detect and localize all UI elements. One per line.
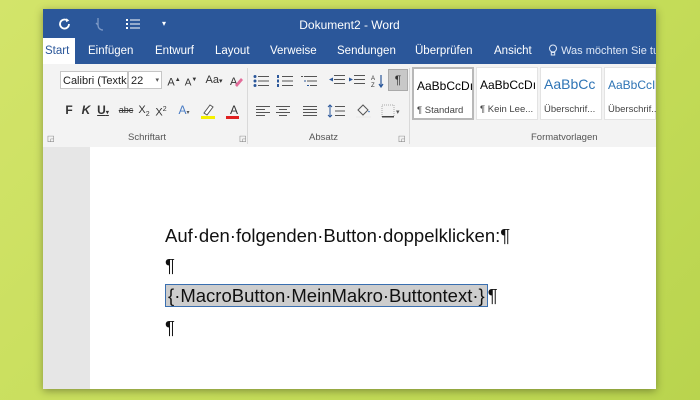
group-separator	[409, 68, 410, 144]
style-name: ¶ Kein Lee...	[480, 104, 534, 115]
align-left-icon[interactable]	[254, 100, 272, 120]
tab-start[interactable]: Start	[43, 38, 75, 64]
styles-gallery: AaBbCcDı ¶ Standard AaBbCcDı ¶ Kein Lee.…	[411, 67, 656, 130]
align-center-icon[interactable]	[274, 100, 292, 120]
style-standard[interactable]: AaBbCcDı ¶ Standard	[412, 67, 474, 120]
style-ueberschrift-2[interactable]: AaBbCcI Überschrif...	[604, 67, 656, 120]
superscript-index: 2	[162, 106, 167, 113]
group-separator	[247, 68, 248, 144]
style-sample: AaBbCc	[544, 76, 596, 92]
document-page[interactable]: Auf·den·folgenden·Button·doppelklicken:¶…	[90, 147, 656, 389]
shading-icon[interactable]	[353, 100, 377, 120]
document-area: Auf·den·folgenden·Button·doppelklicken:¶…	[43, 147, 656, 389]
tell-me-placeholder: Was möchten Sie tu	[561, 45, 656, 57]
ribbon: Calibri (Textk 22 ▾ A▲ A▼ Aa▾ A F K U▾ a…	[43, 64, 656, 148]
superscript-button[interactable]: X2	[154, 100, 168, 120]
text-effects-label: A	[178, 103, 187, 117]
underline-label: U	[97, 103, 106, 117]
sort-icon[interactable]: AZ	[370, 70, 386, 90]
style-name: Überschrif...	[608, 104, 656, 115]
title-bar: ▾ Dokument2 - Word	[43, 9, 656, 38]
style-sample: AaBbCcDı	[417, 79, 474, 93]
field-code: ·MacroButton·MeinMakro·Buttontext·	[174, 285, 479, 306]
line-spacing-icon[interactable]	[325, 100, 349, 120]
highlight-icon[interactable]	[198, 100, 220, 120]
style-name: ¶ Standard	[417, 105, 464, 116]
multilevel-list-icon[interactable]	[299, 70, 321, 90]
macrobutton-field[interactable]: {·MacroButton·MeinMakro·Buttontext·}	[165, 284, 488, 307]
clipboard-dialog-launcher-icon[interactable]: ◲	[47, 134, 55, 143]
underline-button[interactable]: U▾	[96, 100, 110, 120]
word-window: ▾ Dokument2 - Word Start Einfügen Entwur…	[43, 9, 656, 389]
chevron-down-icon: ▾	[155, 77, 159, 84]
tell-me-box[interactable]: Was möchten Sie tu	[548, 38, 656, 64]
tab-ueberpruefen[interactable]: Überprüfen	[415, 38, 473, 64]
lightbulb-icon	[548, 44, 561, 57]
tab-entwurf[interactable]: Entwurf	[155, 38, 194, 64]
change-case-button[interactable]: Aa▾	[202, 70, 226, 90]
bold-button[interactable]: F	[63, 100, 75, 120]
borders-icon[interactable]: ▾	[379, 100, 403, 120]
tab-einfuegen[interactable]: Einfügen	[88, 38, 133, 64]
style-name: Überschrif...	[544, 104, 596, 115]
paragraph-group-label: Absatz	[309, 132, 339, 143]
ribbon-tabs: Start Einfügen Entwurf Layout Verweise S…	[43, 38, 656, 64]
strikethrough-button[interactable]: abc	[118, 100, 134, 120]
font-dialog-launcher-icon[interactable]: ◲	[239, 134, 247, 143]
justify-icon[interactable]	[301, 100, 319, 120]
font-name-box[interactable]: Calibri (Textk	[60, 71, 128, 89]
grow-font-button[interactable]: A▲	[167, 70, 181, 90]
increase-indent-icon[interactable]	[348, 70, 366, 90]
document-line-4: ¶	[165, 317, 175, 338]
decrease-indent-icon[interactable]	[328, 70, 346, 90]
font-color-swatch	[226, 116, 239, 119]
font-size-value: 22	[131, 75, 144, 87]
paragraph-dialog-launcher-icon[interactable]: ◲	[398, 134, 406, 143]
field-brace-close: }	[478, 285, 485, 306]
styles-group-label: Formatvorlagen	[531, 132, 598, 143]
change-case-label: Aa	[205, 74, 219, 86]
style-sample: AaBbCcDı	[480, 78, 537, 92]
tab-sendungen[interactable]: Sendungen	[337, 38, 396, 64]
paragraph-mark: ¶	[487, 285, 498, 306]
clear-format-icon[interactable]: A	[229, 70, 245, 90]
font-group-label: Schriftart	[128, 132, 167, 143]
shrink-font-button[interactable]: A▼	[184, 70, 198, 90]
tab-layout[interactable]: Layout	[215, 38, 250, 64]
document-line-1: Auf·den·folgenden·Button·doppelklicken:¶	[165, 225, 511, 246]
document-line-3: {·MacroButton·MeinMakro·Buttontext·} ¶	[165, 284, 498, 307]
svg-text:A: A	[371, 76, 375, 82]
show-formatting-button[interactable]: ¶	[388, 69, 408, 91]
subscript-button[interactable]: X2	[137, 100, 151, 120]
bullets-icon[interactable]	[251, 70, 273, 90]
numbering-icon[interactable]	[275, 70, 297, 90]
style-sample: AaBbCcI	[608, 78, 656, 92]
superscript-label: X	[155, 106, 163, 119]
svg-text:▾: ▾	[396, 109, 400, 116]
subscript-index: 2	[145, 111, 150, 119]
subscript-label: X	[138, 104, 146, 116]
tab-verweise[interactable]: Verweise	[270, 38, 317, 64]
svg-text:Z: Z	[371, 83, 375, 88]
font-color-button[interactable]: A	[224, 100, 244, 120]
font-color-label: A	[229, 103, 238, 117]
tab-ansicht[interactable]: Ansicht	[494, 38, 532, 64]
document-title: Dokument2 - Word	[299, 18, 400, 32]
italic-button[interactable]: K	[80, 100, 92, 120]
style-kein-leerraum[interactable]: AaBbCcDı ¶ Kein Lee...	[476, 67, 538, 120]
style-ueberschrift-1[interactable]: AaBbCc Überschrif...	[540, 67, 602, 120]
grow-font-label: A	[167, 76, 175, 89]
text-effects-button[interactable]: A▾	[175, 100, 193, 120]
font-size-box[interactable]: 22 ▾	[128, 71, 162, 89]
document-line-2: ¶	[165, 255, 175, 276]
